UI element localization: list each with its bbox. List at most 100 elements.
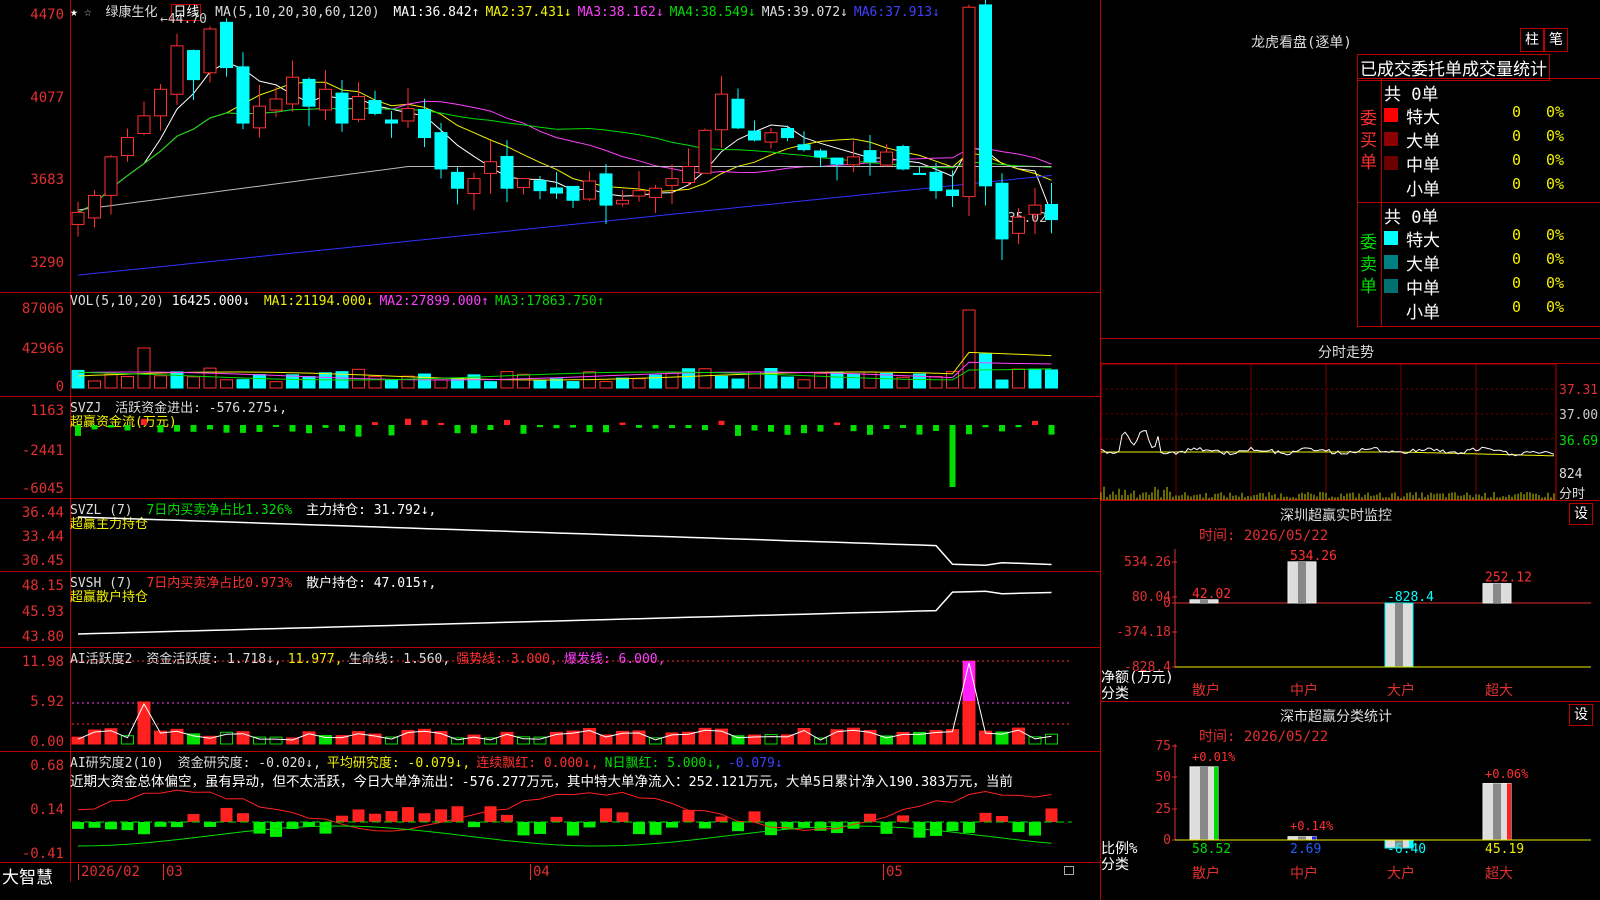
volume-bar [121,376,134,389]
sz-monitor-chart[interactable]: 534.2680.040-374.18-828.442.02散户534.26中户… [1101,501,1600,701]
flow-bar [471,425,477,434]
volume-bar [830,371,844,389]
flow-bar [454,425,461,434]
research-bar [930,822,942,836]
volume-bar [715,375,728,389]
category-label: 大户 [1387,682,1415,699]
y-label: 75 [1155,739,1171,754]
order-count: 0 [1512,175,1522,193]
candle-body [830,157,844,165]
flow-bar [421,420,428,425]
candle-body [896,146,910,170]
volume-bar [302,376,316,389]
volume-bar [995,379,1009,389]
research-bar [1012,822,1025,833]
bar-shade [1493,783,1501,840]
tick-mode-button[interactable]: 笔 [1544,28,1568,52]
order-count: 0 [1512,127,1522,145]
change-label: +0.14% [1290,819,1334,833]
volume-bar [517,373,530,389]
sz-class-chart[interactable]: 75 50 25 0 58.52 散户 2.69 中户 -6.40 大户 45.19 超大 +0.01%… [1101,702,1600,900]
x-label: 04 [530,864,550,880]
svzl-panel[interactable]: SVZL (7) 7日内买卖净占比1.326% 主力持仓: 31.792↓, 超… [0,499,1100,571]
svzj-chart[interactable] [72,397,1100,498]
candle-body [632,190,646,197]
brand-label: 大智慧 [2,868,53,888]
research-bar [121,822,134,831]
intraday-panel[interactable]: 分时走势 37.31 37.00 36.69 824 分时 [1100,339,1600,502]
candle-body [451,171,464,189]
flow-bar [553,425,560,429]
research-bar [237,813,249,822]
order-pct: 0% [1546,298,1565,316]
candle-body [418,108,431,139]
lock-icon[interactable] [1064,866,1074,875]
research-bar [1045,808,1058,822]
intraday-chart[interactable] [1100,363,1600,501]
candle-body [781,128,794,139]
color-swatch [1384,108,1398,122]
volume-panel[interactable]: VOL(5,10,20) 16425.000↓ MA1:21194.000↓ MA… [0,293,1100,396]
value-label: -6.40 [1387,842,1426,857]
candle-body [764,132,778,143]
flow-bar [157,425,164,433]
candle-body [946,189,959,196]
ai2-chart[interactable] [72,752,1100,862]
x-label: 05 [883,864,903,880]
flow-bar [817,425,824,432]
sz-monitor-panel[interactable]: 深圳超赢实时监控 设 时间: 2026/05/22 534.26 80.04 0 -3… [1101,501,1600,702]
flow-bar [586,425,593,432]
flow-bar [372,422,378,425]
research-bar [138,822,150,835]
volume-bar [566,381,580,389]
research-bar [583,822,596,828]
activity-bar [467,734,481,745]
candle-body [962,6,976,198]
svsh-chart[interactable] [72,572,1100,647]
volume-chart[interactable] [71,293,1100,396]
order-row: 中单 0 0% [1384,151,1600,176]
order-label: 中单 [1406,279,1440,299]
flow-bar [306,425,312,434]
flow-bar [883,425,890,430]
y-label: 1163 [30,403,64,419]
research-bar [171,822,183,828]
flow-bar [933,425,939,431]
order-pct: 0% [1546,175,1565,193]
ai-research-panel[interactable]: AI研究度2(10) 资金研究度: -0.020↓, 平均研究度: -0.079↓… [0,752,1100,862]
kline-panel[interactable]: ★ ☆ 绿康生化 日线 MA(5,10,20,30,60,120) MA1:36.… [0,0,1100,292]
order-label: 小单 [1406,180,1440,200]
svzl-chart[interactable] [72,499,1100,571]
flow-bar [702,425,708,431]
ai1-chart[interactable] [71,648,1100,751]
svsh-panel[interactable]: SVSH (7) 7日内买卖净占比0.973% 散户持仓: 47.015↑, 超… [0,572,1100,647]
ai-activity-panel[interactable]: AI活跃度2 资金活跃度: 1.718↓, 11.977, 生命线: 1.560, 强… [0,648,1100,751]
activity-bar [814,737,827,745]
intraday-label: 37.31 [1559,383,1599,398]
candle-body [929,171,943,192]
candle-body [616,199,629,205]
candle-body [517,178,530,188]
research-bar [336,815,348,822]
intraday-frame [1100,363,1557,501]
flow-bar [487,425,494,430]
flow-bar [619,422,626,425]
volume-bar [203,367,217,389]
candle-body [170,45,184,95]
sz-class-panel[interactable]: 深市超赢分类统计 设 时间: 2026/05/22 75 50 25 0 58.52 散户… [1101,702,1600,900]
category-label: 超大 [1485,866,1513,882]
volume-bar [929,376,943,389]
flow-bar [982,425,989,428]
volume-bar [665,372,679,389]
volume-bar [1045,369,1058,389]
y-label: 0 [55,379,64,395]
candle-body [121,137,134,157]
candle-body [698,129,712,174]
bar-mode-button[interactable]: 柱 [1520,28,1544,52]
kline-chart[interactable] [71,0,1100,292]
main-holding-line [77,516,1052,567]
svzj-panel[interactable]: SVZJ 活跃资金进出: -576.275↓, 超赢资金流(万元) 1163 -… [0,397,1100,498]
bar-edge [1312,836,1316,840]
y-label: 25 [1155,802,1171,817]
flow-bar [438,422,444,425]
